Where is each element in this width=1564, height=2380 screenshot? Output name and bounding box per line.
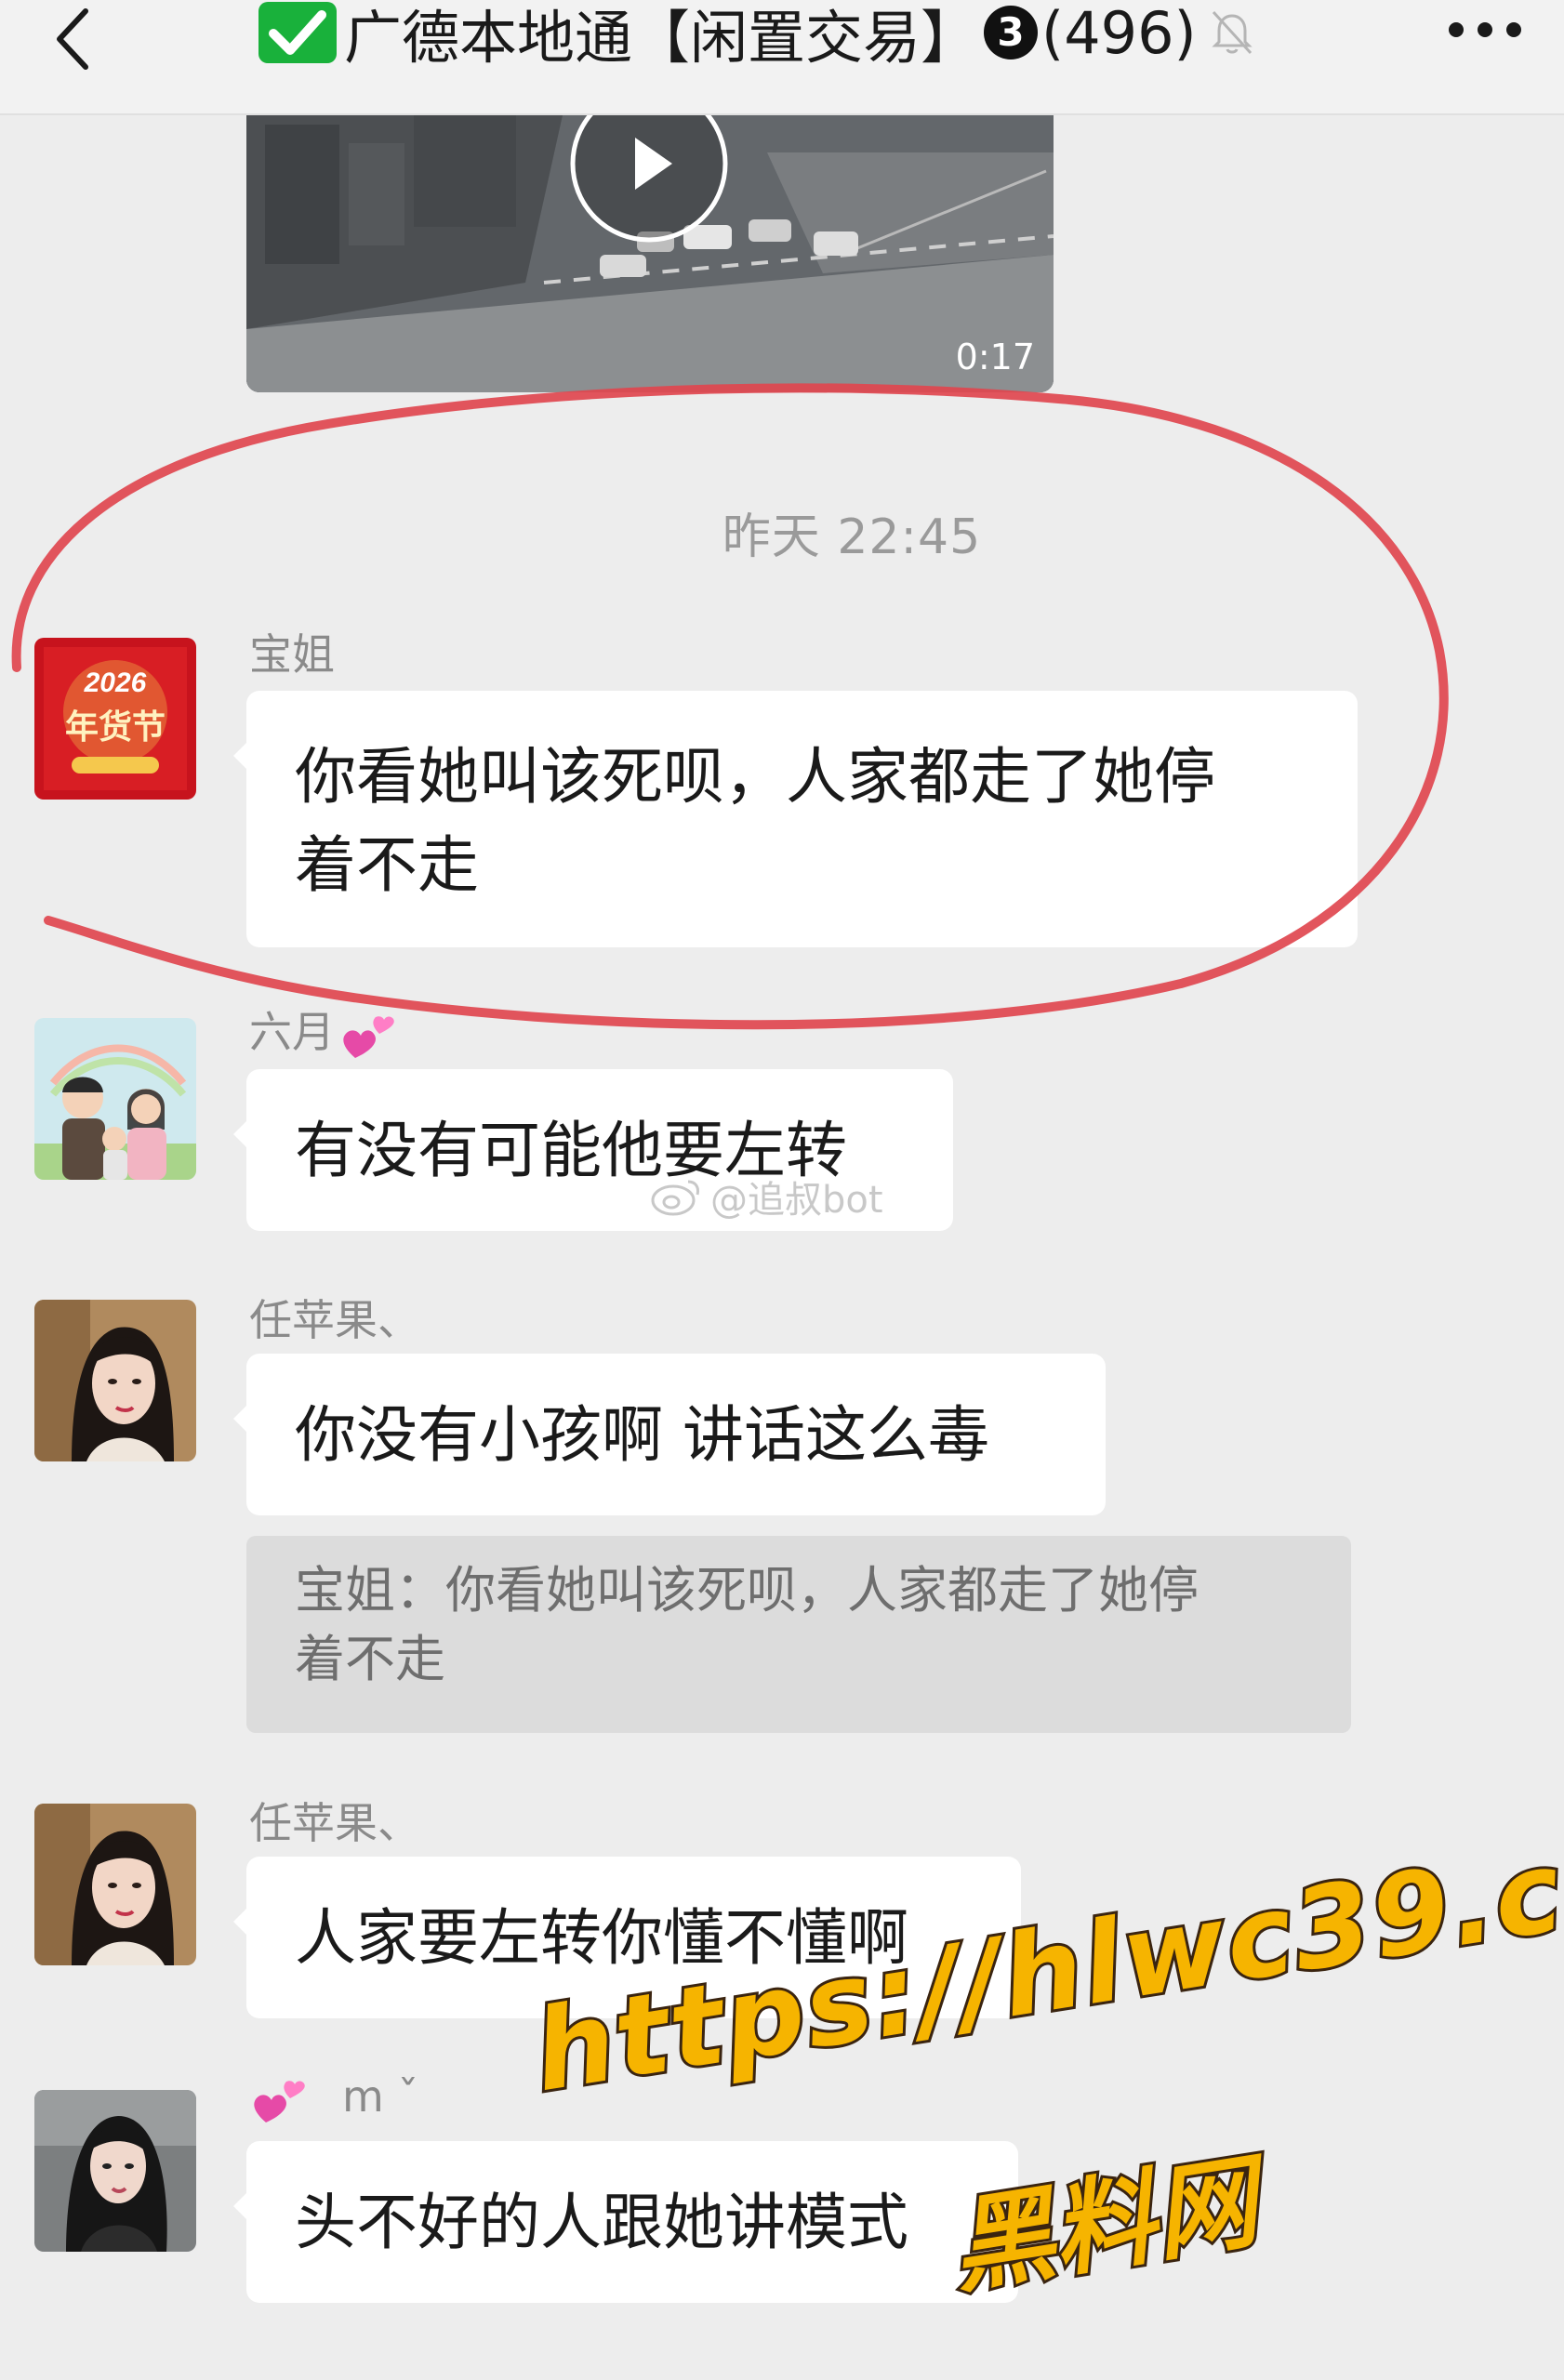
avatar-m[interactable]	[34, 2090, 196, 2252]
quote-text-line: 宝姐：你看她叫该死呗，人家都走了她停	[295, 1561, 1199, 1620]
top-bar: 广德本地通【闲置交易】 3 (496)	[0, 0, 1564, 115]
message-bubble[interactable]: 你没有小孩啊 讲话这么毒	[233, 1354, 1106, 1515]
chat-screen: 广德本地通【闲置交易】 3 (496) 0:17 昨天 22:45 2026 年…	[0, 0, 1564, 2380]
play-icon	[570, 115, 728, 243]
more-dots-icon	[1449, 22, 1521, 37]
sender-name-text: m ˇ	[342, 2071, 419, 2122]
sender-name: 任苹果、	[249, 1295, 420, 1345]
message-text-line: 着不走	[295, 829, 479, 901]
sender-name: 六月	[249, 998, 398, 1064]
video-duration: 0:17	[955, 337, 1035, 377]
back-button[interactable]	[45, 7, 110, 73]
avatar-liuyue[interactable]	[34, 1018, 196, 1180]
sender-name-text: 六月	[249, 1007, 335, 1057]
avatar-image	[34, 1300, 196, 1461]
unread-badge: 3	[984, 6, 1039, 60]
svg-text:2026: 2026	[84, 668, 147, 698]
svg-text:年货节: 年货节	[65, 708, 166, 747]
chat-title-area[interactable]: 广德本地通【闲置交易】 3 (496)	[258, 0, 1260, 72]
avatar-image	[34, 1804, 196, 1965]
green-check-icon	[258, 2, 337, 63]
message-text: 头不好的人跟她讲模式	[295, 2187, 908, 2258]
time-divider: 昨天 22:45	[0, 497, 1564, 567]
weibo-icon	[651, 1180, 699, 1216]
sender-name: 任苹果、	[249, 1798, 420, 1848]
avatar-renpingguo[interactable]	[34, 1300, 196, 1461]
chat-title: 广德本地通【闲置交易】	[344, 4, 979, 72]
timestamp-text: 昨天 22:45	[722, 509, 982, 565]
play-button[interactable]	[570, 115, 728, 245]
video-message[interactable]: 0:17	[246, 115, 1054, 392]
avatar-baojie[interactable]: 2026 年货节	[34, 638, 196, 800]
chevron-left-icon	[57, 8, 88, 70]
weibo-watermark: @追叔bot	[651, 1170, 883, 1223]
message-bubble[interactable]: 头不好的人跟她讲模式	[233, 2141, 1018, 2303]
weibo-watermark-text: @追叔bot	[710, 1179, 883, 1222]
message-text: 你没有小孩啊 讲话这么毒	[295, 1399, 989, 1471]
mute-bell-icon	[1204, 5, 1260, 60]
pink-hearts-icon	[254, 2080, 305, 2122]
avatar-image	[34, 2090, 196, 2252]
member-count: (496)	[1041, 0, 1197, 67]
message-text-line: 你看她叫该死呗，人家都走了她停	[295, 741, 1215, 813]
sender-name: m ˇ	[249, 2071, 418, 2128]
avatar-renpingguo[interactable]	[34, 1804, 196, 1965]
avatar-image	[34, 1018, 196, 1180]
quote-text-line: 着不走	[295, 1630, 445, 1688]
quoted-message[interactable]: 宝姐：你看她叫该死呗，人家都走了她停 着不走	[246, 1536, 1351, 1733]
pink-hearts-icon	[343, 1015, 394, 1058]
avatar-image: 2026 年货节	[34, 638, 196, 800]
sender-name: 宝姐	[249, 629, 335, 680]
more-options-button[interactable]	[1443, 4, 1527, 60]
message-bubble[interactable]: 你看她叫该死呗，人家都走了她停 着不走	[233, 691, 1358, 947]
